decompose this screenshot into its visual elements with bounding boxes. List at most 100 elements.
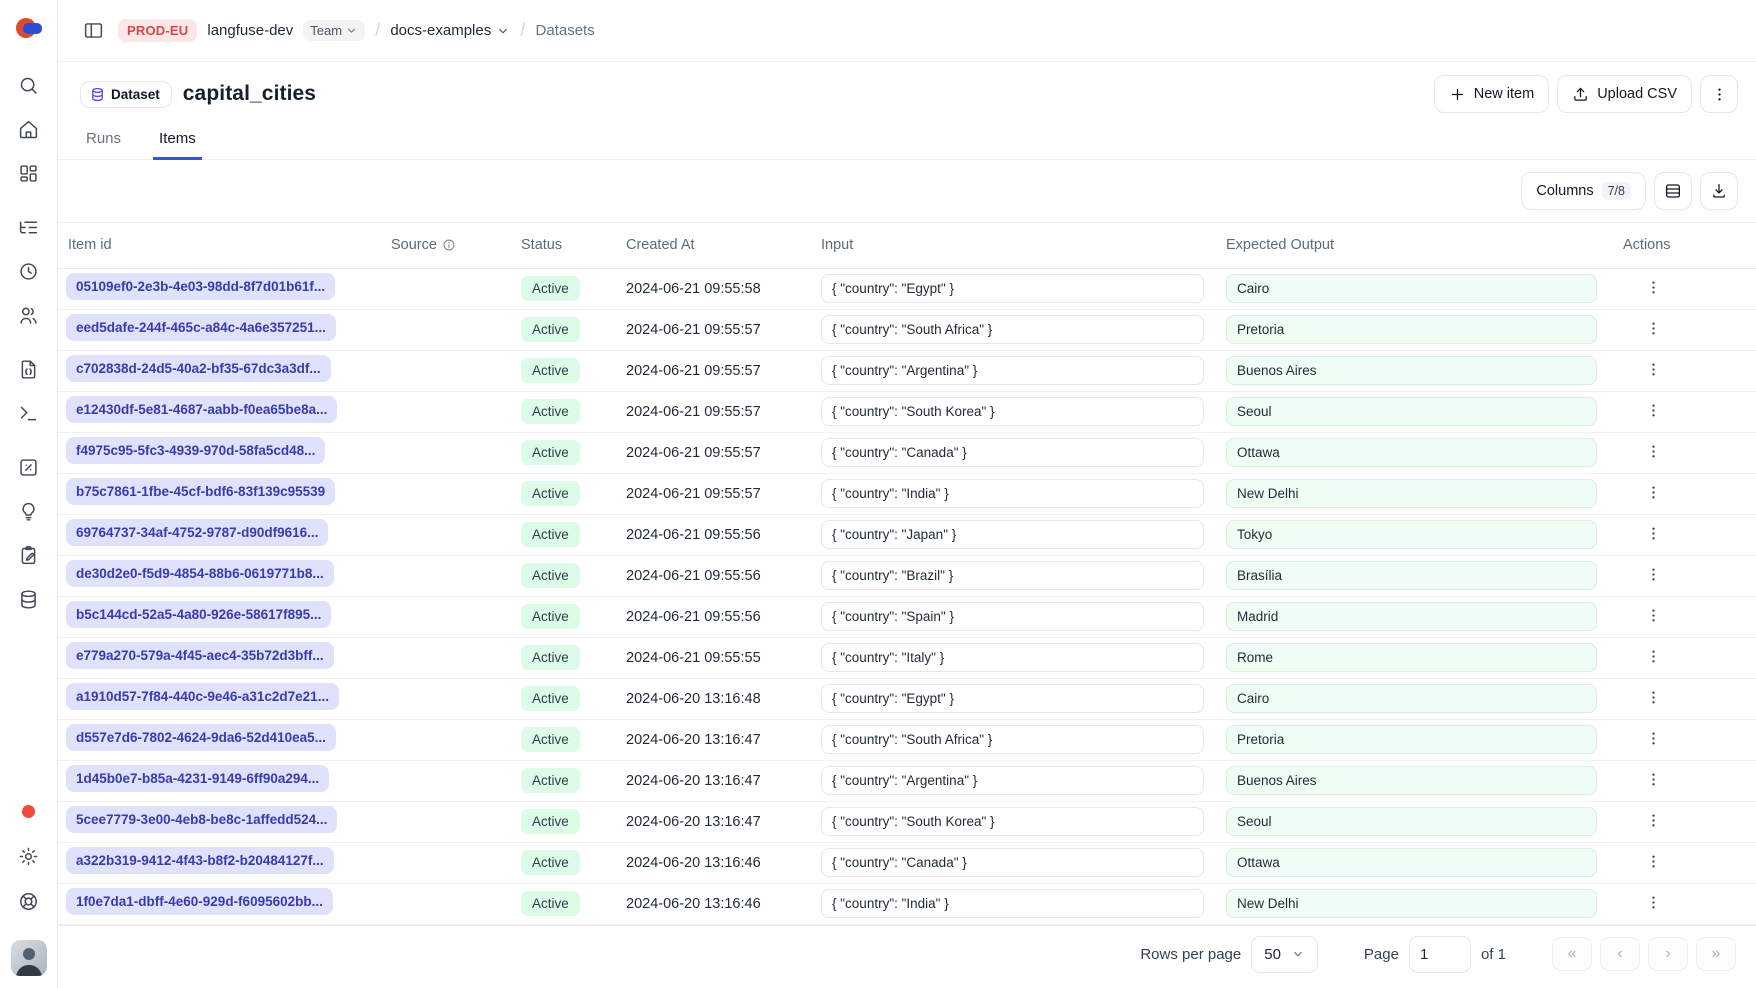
created-at-cell: 2024-06-20 13:16:46: [618, 883, 813, 924]
app-window: PROD-EU langfuse-dev Team / docs-example…: [0, 0, 1756, 988]
source-cell: [383, 309, 513, 350]
status-badge: Active: [521, 317, 580, 342]
item-id-pill[interactable]: d557e7d6-7802-4624-9da6-52d410ea5...: [66, 724, 336, 751]
row-actions-kebab-button[interactable]: [1639, 685, 1667, 713]
sidebar-item-user-avatar[interactable]: [11, 940, 47, 976]
row-actions-kebab-button[interactable]: [1639, 398, 1667, 426]
sidebar-item-settings[interactable]: [11, 838, 47, 874]
item-id-pill[interactable]: b75c7861-1fbe-45cf-bdf6-83f139c95539: [66, 478, 335, 505]
sidebar-item-playground[interactable]: [11, 395, 47, 431]
table-row[interactable]: 1d45b0e7-b85a-4231-9149-6ff90a294...Acti…: [58, 760, 1756, 801]
item-id-pill[interactable]: e779a270-579a-4f45-aec4-35b72d3bff...: [66, 642, 334, 669]
table-row[interactable]: eed5dafe-244f-465c-a84c-4a6e357251... Act…: [58, 309, 1756, 350]
columns-button[interactable]: Columns 7/8: [1521, 172, 1646, 210]
status-badge: Active: [521, 276, 580, 301]
row-actions-kebab-button[interactable]: [1639, 603, 1667, 631]
sidebar-item-dashboard[interactable]: [11, 155, 47, 191]
column-header-source[interactable]: Source: [383, 223, 513, 268]
kebab-icon: [1645, 566, 1662, 586]
item-id-pill[interactable]: de30d2e0-f5d9-4854-88b6-0619771b8...: [66, 560, 334, 587]
sidebar-item-support[interactable]: [11, 883, 47, 919]
item-id-pill[interactable]: eed5dafe-244f-465c-a84c-4a6e357251...: [66, 314, 336, 341]
sidebar-item-search[interactable]: [11, 67, 47, 103]
item-id-pill[interactable]: a322b319-9412-4f43-b8f2-b20484127f...: [66, 847, 334, 874]
breadcrumb-section[interactable]: Datasets: [536, 22, 595, 39]
kebab-icon: [1711, 86, 1728, 103]
upload-csv-button[interactable]: Upload CSV: [1557, 75, 1692, 113]
table-row[interactable]: de30d2e0-f5d9-4854-88b6-0619771b8...Acti…: [58, 555, 1756, 596]
row-actions-kebab-button[interactable]: [1639, 644, 1667, 672]
table-row[interactable]: b75c7861-1fbe-45cf-bdf6-83f139c95539Acti…: [58, 473, 1756, 514]
rows-per-page-select[interactable]: 50: [1251, 936, 1318, 973]
org-type-dropdown[interactable]: Team: [303, 20, 365, 41]
row-actions-kebab-button[interactable]: [1639, 767, 1667, 795]
row-actions-kebab-button[interactable]: [1639, 726, 1667, 754]
page-number-input[interactable]: [1409, 936, 1471, 973]
item-id-pill[interactable]: a1910d57-7f84-440c-9e46-a31c2d7e21...: [66, 683, 339, 710]
row-actions-kebab-button[interactable]: [1639, 357, 1667, 385]
langfuse-logo[interactable]: [15, 15, 43, 41]
dataset-actions-kebab-button[interactable]: [1700, 75, 1738, 113]
item-id-pill[interactable]: e12430df-5e81-4687-aabb-f0ea65be8a...: [66, 396, 337, 423]
table-row[interactable]: e779a270-579a-4f45-aec4-35b72d3bff...Act…: [58, 637, 1756, 678]
column-header-input[interactable]: Input: [813, 223, 1218, 268]
tab-items[interactable]: Items: [153, 120, 202, 160]
export-button[interactable]: [1700, 172, 1738, 210]
table-row[interactable]: 1f0e7da1-dbff-4e60-929d-f6095602bb...Act…: [58, 883, 1756, 924]
next-page-button[interactable]: ›: [1648, 937, 1688, 971]
item-id-pill[interactable]: f4975c95-5fc3-4939-970d-58fa5cd48...: [66, 437, 325, 464]
table-row[interactable]: a1910d57-7f84-440c-9e46-a31c2d7e21...Act…: [58, 678, 1756, 719]
project-dropdown[interactable]: docs-examples: [390, 22, 510, 39]
table-row[interactable]: f4975c95-5fc3-4939-970d-58fa5cd48...Acti…: [58, 432, 1756, 473]
item-id-pill[interactable]: 5cee7779-3e00-4eb8-be8c-1affedd524...: [66, 806, 337, 833]
table-row[interactable]: 5cee7779-3e00-4eb8-be8c-1affedd524...Act…: [58, 801, 1756, 842]
sidebar-item-record-dot[interactable]: [11, 793, 47, 829]
column-header-item-id[interactable]: Item id: [58, 223, 383, 268]
item-id-pill[interactable]: 69764737-34af-4752-9787-d90df9616...: [66, 519, 328, 546]
sidebar-item-tracing[interactable]: [11, 209, 47, 245]
row-height-button[interactable]: [1654, 172, 1692, 210]
first-page-button[interactable]: «: [1552, 937, 1592, 971]
column-header-expected-output[interactable]: Expected Output: [1218, 223, 1611, 268]
tab-runs[interactable]: Runs: [80, 120, 127, 160]
item-id-pill[interactable]: 1d45b0e7-b85a-4231-9149-6ff90a294...: [66, 765, 329, 792]
prev-page-button[interactable]: ‹: [1600, 937, 1640, 971]
rows-per-page-label: Rows per page: [1140, 946, 1241, 963]
row-actions-kebab-button[interactable]: [1639, 275, 1667, 303]
column-header-status[interactable]: Status: [513, 223, 618, 268]
sidebar-item-datasets[interactable]: [11, 581, 47, 617]
input-preview: { "country": "Brazil" }: [821, 561, 1204, 590]
table-row[interactable]: e12430df-5e81-4687-aabb-f0ea65be8a...Act…: [58, 391, 1756, 432]
row-actions-kebab-button[interactable]: [1639, 316, 1667, 344]
item-id-pill[interactable]: b5c144cd-52a5-4a80-926e-58617f895...: [66, 601, 331, 628]
column-header-created-at[interactable]: Created At: [618, 223, 813, 268]
row-actions-kebab-button[interactable]: [1639, 849, 1667, 877]
sidebar-item-evaluation[interactable]: [11, 449, 47, 485]
sidebar-toggle-button[interactable]: [78, 16, 108, 46]
row-actions-kebab-button[interactable]: [1639, 808, 1667, 836]
table-row[interactable]: 05109ef0-2e3b-4e03-98dd-8f7d01b61f... Act…: [58, 268, 1756, 309]
row-actions-kebab-button[interactable]: [1639, 439, 1667, 467]
item-id-pill[interactable]: 1f0e7da1-dbff-4e60-929d-f6095602bb...: [66, 888, 333, 915]
row-actions-kebab-button[interactable]: [1639, 562, 1667, 590]
table-row[interactable]: 69764737-34af-4752-9787-d90df9616...Acti…: [58, 514, 1756, 555]
sidebar-item-home[interactable]: [11, 111, 47, 147]
row-actions-kebab-button[interactable]: [1639, 521, 1667, 549]
sidebar-item-prompts[interactable]: [11, 351, 47, 387]
table-row[interactable]: a322b319-9412-4f43-b8f2-b20484127f...Act…: [58, 842, 1756, 883]
sidebar-item-annotation[interactable]: [11, 537, 47, 573]
page-title: capital_cities: [183, 82, 316, 106]
row-actions-kebab-button[interactable]: [1639, 480, 1667, 508]
item-id-pill[interactable]: 05109ef0-2e3b-4e03-98dd-8f7d01b61f...: [66, 273, 335, 300]
table-row[interactable]: d557e7d6-7802-4624-9da6-52d410ea5...Acti…: [58, 719, 1756, 760]
table-row[interactable]: c702838d-24d5-40a2-bf35-67dc3a3df...Acti…: [58, 350, 1756, 391]
last-page-button[interactable]: »: [1696, 937, 1736, 971]
table-row[interactable]: b5c144cd-52a5-4a80-926e-58617f895...Acti…: [58, 596, 1756, 637]
breadcrumb-organization[interactable]: langfuse-dev: [207, 22, 293, 39]
new-item-button[interactable]: New item: [1434, 75, 1549, 113]
sidebar-item-suggestions[interactable]: [11, 493, 47, 529]
sidebar-item-sessions[interactable]: [11, 253, 47, 289]
item-id-pill[interactable]: c702838d-24d5-40a2-bf35-67dc3a3df...: [66, 355, 331, 382]
sidebar-item-users[interactable]: [11, 297, 47, 333]
row-actions-kebab-button[interactable]: [1639, 890, 1667, 918]
